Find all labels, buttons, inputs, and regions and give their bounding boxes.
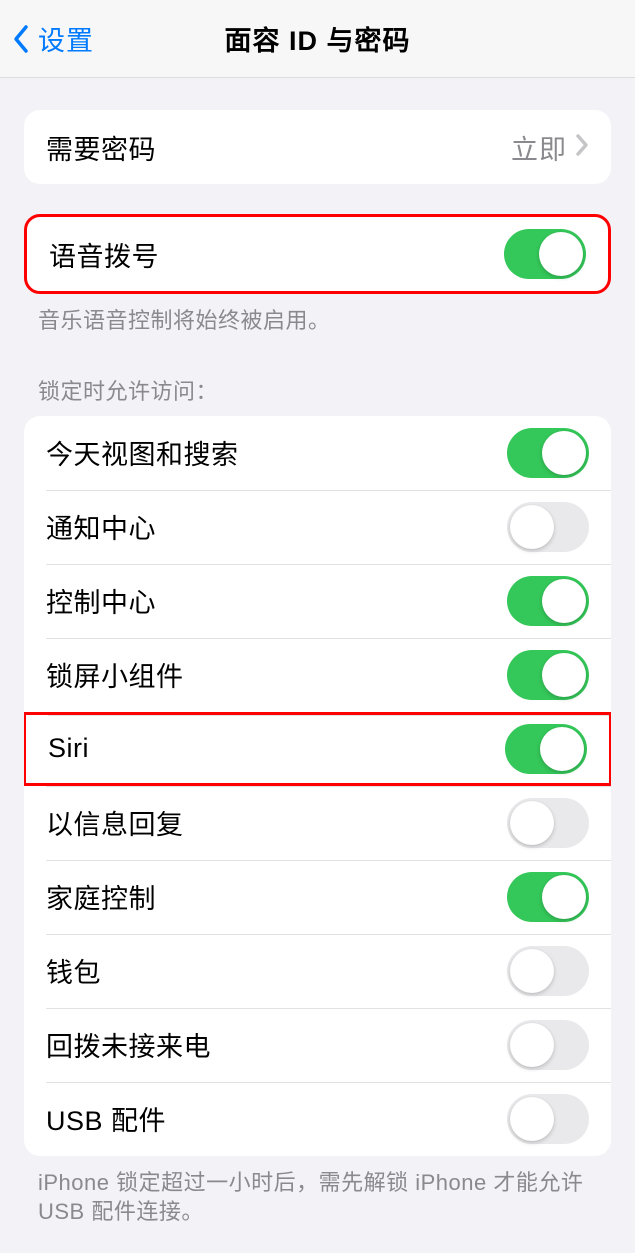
row-return-calls: 回拨未接来电	[24, 1008, 611, 1082]
row-reply-message: 以信息回复	[24, 786, 611, 860]
row-value: 立即	[511, 128, 567, 167]
row-siri: Siri	[24, 712, 611, 786]
toggle-usb-accessories[interactable]	[507, 1094, 589, 1144]
group-header: 锁定时允许访问：	[0, 336, 635, 416]
toggle-control-center[interactable]	[507, 576, 589, 626]
row-require-passcode[interactable]: 需要密码 立即	[24, 110, 611, 184]
row-label: 以信息回复	[46, 803, 184, 842]
toggle-notification-center[interactable]	[507, 502, 589, 552]
row-usb-accessories: USB 配件	[24, 1082, 611, 1156]
toggle-today-view[interactable]	[507, 428, 589, 478]
toggle-voice-dial[interactable]	[504, 229, 586, 279]
toggle-return-calls[interactable]	[507, 1020, 589, 1070]
row-label: 家庭控制	[46, 877, 156, 916]
row-label: 需要密码	[46, 128, 156, 167]
row-lock-widgets: 锁屏小组件	[24, 638, 611, 712]
row-today-view: 今天视图和搜索	[24, 416, 611, 490]
row-label: 通知中心	[46, 507, 156, 546]
group-require-passcode: 需要密码 立即	[24, 110, 611, 184]
group-footer: 音乐语音控制将始终被启用。	[0, 294, 635, 336]
row-label: 今天视图和搜索	[46, 433, 239, 472]
row-label: 钱包	[46, 951, 101, 990]
row-wallet: 钱包	[24, 934, 611, 1008]
row-home-control: 家庭控制	[24, 860, 611, 934]
toggle-lock-widgets[interactable]	[507, 650, 589, 700]
row-label: 控制中心	[46, 581, 156, 620]
row-label: USB 配件	[46, 1099, 166, 1138]
page-title: 面容 ID 与密码	[224, 19, 410, 58]
row-notification-center: 通知中心	[24, 490, 611, 564]
chevron-left-icon	[10, 21, 32, 57]
row-control-center: 控制中心	[24, 564, 611, 638]
group-footer: iPhone 锁定超过一小时后，需先解锁 iPhone 才能允许 USB 配件连…	[0, 1156, 635, 1227]
toggle-reply-message[interactable]	[507, 798, 589, 848]
group-lock-access: 今天视图和搜索 通知中心 控制中心 锁屏小组件 Siri 以信息回复 家庭控制	[24, 416, 611, 1156]
chevron-right-icon	[575, 133, 589, 162]
row-voice-dial: 语音拨号	[27, 217, 608, 291]
back-label: 设置	[38, 19, 94, 58]
back-button[interactable]: 设置	[0, 19, 94, 58]
toggle-siri[interactable]	[505, 724, 587, 774]
row-label: 锁屏小组件	[46, 655, 184, 694]
navigation-bar: 设置 面容 ID 与密码	[0, 0, 635, 78]
toggle-home-control[interactable]	[507, 872, 589, 922]
toggle-wallet[interactable]	[507, 946, 589, 996]
row-label: 回拨未接来电	[46, 1025, 211, 1064]
row-label: Siri	[48, 733, 89, 764]
group-voice-dial: 语音拨号	[24, 214, 611, 294]
row-label: 语音拨号	[49, 235, 159, 274]
